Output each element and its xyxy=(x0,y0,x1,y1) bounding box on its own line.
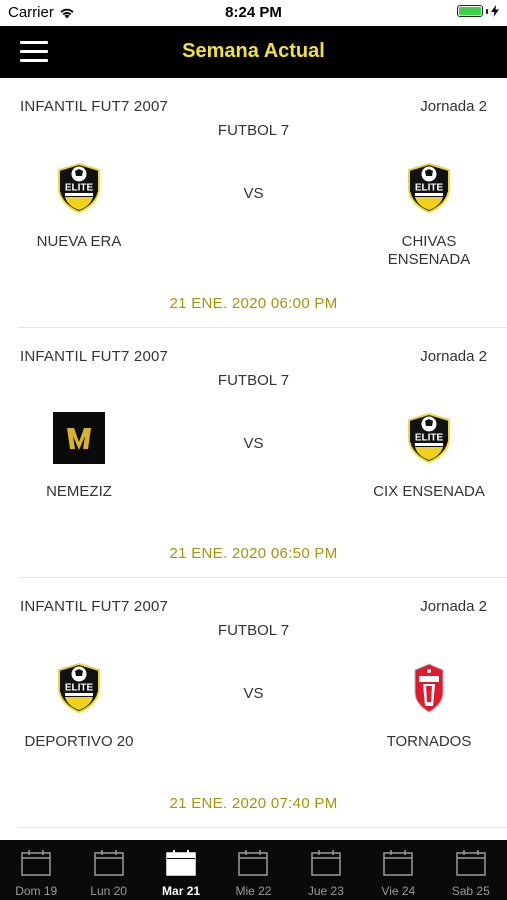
match-datetime: 21 ENE. 2020 06:50 PM xyxy=(169,545,338,562)
sport-label: FUTBOL 7 xyxy=(217,372,290,389)
match-card[interactable]: INFANTIL FUT7 2007 Jornada 2 FUTBOL 7 VS… xyxy=(18,578,507,828)
tab-label: Lun 20 xyxy=(90,884,127,898)
tab-mie-22[interactable]: Mie 22 xyxy=(217,840,289,900)
status-bar: Carrier 8:24 PM xyxy=(0,0,507,26)
tab-label: Sab 25 xyxy=(451,884,490,898)
match-datetime: 21 ENE. 2020 06:00 PM xyxy=(169,295,338,312)
tab-label: Mar 21 xyxy=(162,884,201,898)
tab-label: Dom 19 xyxy=(15,884,58,898)
away-team-name: TORNADOS xyxy=(386,733,472,750)
league-label: INFANTIL FUT7 2007 xyxy=(20,348,169,365)
tab-dom-19[interactable]: Dom 19 xyxy=(0,840,72,900)
sport-label: FUTBOL 7 xyxy=(217,622,290,639)
tab-lun-20[interactable]: Lun 20 xyxy=(72,840,144,900)
tab-vie-24[interactable]: Vie 24 xyxy=(362,840,434,900)
navigation-bar: Semana Actual xyxy=(0,26,507,78)
league-label: INFANTIL FUT7 2007 xyxy=(20,98,169,115)
tab-mar-21[interactable]: Mar 21 xyxy=(145,840,217,900)
toronto-fc-logo-icon xyxy=(414,663,444,713)
match-list[interactable]: INFANTIL FUT7 2007 Jornada 2 FUTBOL 7 VS… xyxy=(0,78,507,840)
tab-jue-23[interactable]: Jue 23 xyxy=(290,840,362,900)
tab-label: Mie 22 xyxy=(235,884,272,898)
tab-sab-25[interactable]: Sab 25 xyxy=(435,840,507,900)
match-card[interactable]: INFANTIL FUT7 2007 Jornada 2 FUTBOL 7 VS… xyxy=(18,78,507,328)
calendar-icon xyxy=(311,850,341,876)
calendar-icon xyxy=(383,850,414,876)
sport-label: FUTBOL 7 xyxy=(217,122,290,139)
away-team-name: CHIVAS ENSENADA xyxy=(387,233,471,268)
elite-soccer-logo-icon xyxy=(408,163,450,213)
home-team-name: DEPORTIVO 20 xyxy=(24,733,134,750)
home-team-name: NUEVA ERA xyxy=(36,233,122,250)
battery-indicator xyxy=(457,5,499,17)
tab-label: Vie 24 xyxy=(381,884,416,898)
home-team-name: NEMEZIZ xyxy=(46,483,112,500)
round-label: Jornada 2 xyxy=(420,598,487,615)
charging-bolt-icon xyxy=(491,5,499,17)
round-label: Jornada 2 xyxy=(420,348,487,365)
day-tab-bar: Dom 19 Lun 20 Mar 21 Mie 22 Jue 23 Vie 2… xyxy=(0,840,507,900)
tab-label: Jue 23 xyxy=(307,884,344,898)
round-label: Jornada 2 xyxy=(420,98,487,115)
match-datetime: 21 ENE. 2020 07:40 PM xyxy=(169,795,338,812)
match-card[interactable]: INFANTIL FUT7 2007 Jornada 2 FUTBOL 7 VS… xyxy=(18,328,507,578)
elite-soccer-logo-icon xyxy=(408,413,450,463)
battery-icon xyxy=(457,5,483,17)
calendar-icon xyxy=(238,850,269,876)
clock: 8:24 PM xyxy=(225,4,282,21)
calendar-icon xyxy=(455,850,486,876)
away-team-name: CIX ENSENADA xyxy=(373,483,485,500)
calendar-icon xyxy=(21,850,51,876)
calendar-icon xyxy=(166,850,196,876)
league-label: INFANTIL FUT7 2007 xyxy=(20,598,169,615)
page-title: Semana Actual xyxy=(182,40,325,62)
calendar-icon xyxy=(93,850,124,876)
